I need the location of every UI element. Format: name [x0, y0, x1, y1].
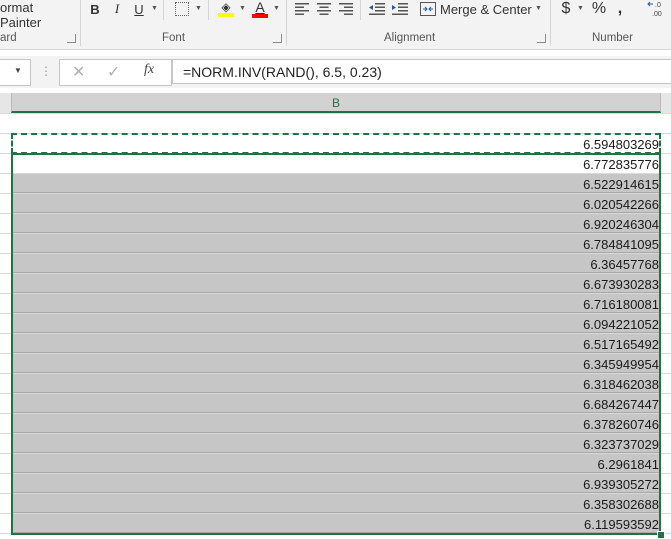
currency-dropdown-icon[interactable]: ▼ [577, 5, 584, 12]
percent-symbol: % [591, 0, 607, 17]
borders-icon [175, 2, 189, 16]
table-cell[interactable]: 6.684267447 [11, 394, 661, 413]
name-box-dropdown-icon[interactable]: ▼ [14, 66, 22, 75]
table-cell[interactable]: 6.939305272 [11, 474, 661, 493]
increase-indent-button[interactable] [390, 0, 410, 18]
enter-icon[interactable]: ✓ [107, 62, 120, 82]
insert-function-button[interactable]: fx [144, 62, 154, 78]
table-cell[interactable]: 6.517165492 [11, 334, 661, 353]
align-center-button[interactable] [315, 0, 333, 18]
borders-dropdown-icon[interactable]: ▼ [195, 5, 202, 12]
currency-symbol: $ [561, 0, 571, 17]
align-left-icon [295, 3, 309, 15]
bold-button[interactable]: B [86, 0, 104, 18]
table-cell[interactable]: 6.094221052 [11, 314, 661, 333]
fill-color-button[interactable]: ◈ [216, 0, 236, 18]
merge-center-dropdown-icon[interactable]: ▼ [535, 5, 542, 12]
formula-bar-grip-icon[interactable]: ⋮ [40, 62, 52, 80]
underline-label: U [134, 1, 144, 17]
borders-button[interactable] [172, 0, 192, 18]
table-cell[interactable]: 6.594803269 [11, 134, 661, 153]
increase-indent-icon [392, 3, 408, 15]
comma-symbol: , [617, 0, 623, 17]
font-color-dropdown-icon[interactable]: ▼ [273, 5, 280, 12]
decrease-indent-icon [369, 3, 385, 15]
increase-decimal-icon: .0 .00 [647, 1, 662, 18]
number-group-label: Number [592, 32, 633, 44]
table-cell[interactable]: 6.784841095 [11, 234, 661, 253]
bold-label: B [90, 1, 100, 17]
align-center-icon [317, 3, 331, 15]
increase-decimal-button[interactable]: .0 .00 [646, 0, 668, 18]
formula-buttons: ✕ ✓ fx [59, 59, 172, 86]
clipboard-dialog-launcher[interactable] [67, 34, 76, 43]
divider [80, 0, 81, 46]
row-gridline [0, 533, 671, 534]
comma-style-button[interactable]: , [613, 0, 627, 18]
divider [360, 0, 361, 20]
table-cell[interactable]: 6.378260746 [11, 414, 661, 433]
format-painter-button[interactable]: ormat Painter [0, 0, 72, 30]
table-cell[interactable]: 6.345949954 [11, 354, 661, 373]
italic-button[interactable]: I [108, 0, 126, 18]
italic-label: I [114, 1, 120, 16]
active-cell[interactable]: 6.772835776 [11, 154, 661, 173]
underline-dropdown-icon[interactable]: ▼ [151, 5, 158, 12]
divider [208, 0, 209, 20]
paint-bucket-icon: ◈ [221, 0, 231, 14]
merge-center-icon [420, 2, 436, 16]
font-color-bar [252, 13, 268, 18]
font-group-label: Font [162, 32, 186, 44]
font-dialog-launcher[interactable] [273, 34, 282, 43]
column-header-b[interactable]: B [11, 93, 661, 113]
table-cell[interactable]: 6.318462038 [11, 374, 661, 393]
align-left-button[interactable] [293, 0, 311, 18]
table-cell[interactable]: 6.323737029 [11, 434, 661, 453]
divider [286, 0, 287, 46]
font-color-letter: A [255, 0, 265, 15]
svg-text:.00: .00 [652, 11, 662, 18]
table-cell[interactable]: 6.920246304 [11, 214, 661, 233]
font-color-button[interactable]: A [250, 0, 270, 18]
percent-button[interactable]: % [590, 0, 608, 18]
table-cell[interactable]: 6.2961841 [11, 454, 661, 473]
table-cell[interactable]: 6.522914615 [11, 174, 661, 193]
formula-bar: ▼ ⋮ ✕ ✓ fx =NORM.INV(RAND(), 6.5, 0.23) [0, 56, 671, 88]
name-box[interactable]: ▼ [0, 59, 31, 86]
formula-input[interactable]: =NORM.INV(RAND(), 6.5, 0.23) [172, 59, 671, 84]
table-cell[interactable]: 6.36457768 [11, 254, 661, 273]
cell-empty[interactable] [11, 114, 661, 133]
divider [550, 0, 551, 46]
worksheet-grid[interactable]: 6.594803269 6.772835776 6.522914615 6.02054… [0, 113, 671, 536]
alignment-group-label: Alignment [384, 32, 436, 44]
format-painter-label: ormat Painter [0, 0, 42, 30]
divider [163, 0, 164, 20]
table-cell[interactable]: 6.020542266 [11, 194, 661, 213]
align-right-button[interactable] [337, 0, 355, 18]
decrease-indent-button[interactable] [367, 0, 387, 18]
cancel-icon[interactable]: ✕ [72, 62, 85, 82]
clipboard-group-label: ard [0, 32, 17, 44]
ribbon: ormat Painter ard B I U ▼ ▼ ◈ ▼ A ▼ Font [0, 0, 671, 50]
fill-color-bar [218, 13, 234, 17]
merge-center-label: Merge & Center [440, 1, 532, 17]
fill-handle[interactable] [657, 531, 665, 539]
fill-color-dropdown-icon[interactable]: ▼ [239, 5, 246, 12]
align-right-icon [339, 3, 353, 15]
table-cell[interactable]: 6.673930283 [11, 274, 661, 293]
table-cell[interactable]: 6.358302688 [11, 494, 661, 513]
table-cell[interactable]: 6.716180081 [11, 294, 661, 313]
underline-button[interactable]: U [130, 0, 148, 18]
currency-button[interactable]: $ [558, 0, 574, 18]
alignment-dialog-launcher[interactable] [537, 34, 546, 43]
merge-center-button[interactable]: Merge & Center [420, 0, 544, 18]
table-cell[interactable]: 6.119593592 [11, 514, 661, 533]
svg-text:.0: .0 [655, 2, 661, 9]
